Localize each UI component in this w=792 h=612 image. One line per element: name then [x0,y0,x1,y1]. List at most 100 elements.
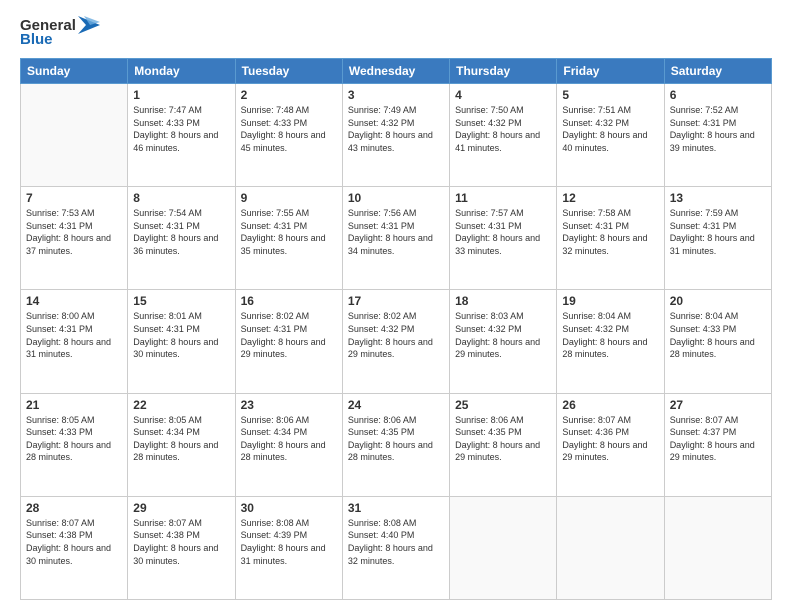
calendar-cell [450,496,557,599]
day-info: Sunrise: 8:03 AMSunset: 4:32 PMDaylight:… [455,310,551,360]
day-info: Sunrise: 7:53 AMSunset: 4:31 PMDaylight:… [26,207,122,257]
calendar-weekday-wednesday: Wednesday [342,59,449,84]
day-number: 26 [562,398,658,412]
day-number: 21 [26,398,122,412]
day-info: Sunrise: 7:54 AMSunset: 4:31 PMDaylight:… [133,207,229,257]
page-container: General Blue SundayMondayTuesdayWednesda… [0,0,792,612]
calendar-weekday-tuesday: Tuesday [235,59,342,84]
calendar-cell: 7 Sunrise: 7:53 AMSunset: 4:31 PMDaylight… [21,187,128,290]
calendar-cell: 11Sunrise: 7:57 AMSunset: 4:31 PMDayligh… [450,187,557,290]
logo-blue-text: Blue [20,31,53,48]
day-info: Sunrise: 7:56 AMSunset: 4:31 PMDaylight:… [348,207,444,257]
calendar-weekday-thursday: Thursday [450,59,557,84]
day-number: 25 [455,398,551,412]
day-info: Sunrise: 7:55 AMSunset: 4:31 PMDaylight:… [241,207,337,257]
day-number: 20 [670,294,766,308]
day-info: Sunrise: 7:50 AMSunset: 4:32 PMDaylight:… [455,104,551,154]
day-info: Sunrise: 8:07 AMSunset: 4:38 PMDaylight:… [133,517,229,567]
calendar-cell: 22Sunrise: 8:05 AMSunset: 4:34 PMDayligh… [128,393,235,496]
calendar-cell: 16 Sunrise: 8:02 AMSunset: 4:31 PMDayligh… [235,290,342,393]
day-info: Sunrise: 8:06 AMSunset: 4:35 PMDaylight:… [455,414,551,464]
day-number: 28 [26,501,122,515]
calendar-week-row: 1 Sunrise: 7:47 AMSunset: 4:33 PMDaylight… [21,84,772,187]
day-number: 2 [241,88,337,102]
header: General Blue [20,16,772,48]
day-info: Sunrise: 8:02 AMSunset: 4:32 PMDaylight:… [348,310,444,360]
day-info: Sunrise: 7:51 AMSunset: 4:32 PMDaylight:… [562,104,658,154]
day-number: 8 [133,191,229,205]
day-number: 6 [670,88,766,102]
day-number: 27 [670,398,766,412]
calendar-cell: 8 Sunrise: 7:54 AMSunset: 4:31 PMDaylight… [128,187,235,290]
day-number: 19 [562,294,658,308]
logo: General Blue [20,16,100,48]
calendar-cell: 19 Sunrise: 8:04 AMSunset: 4:32 PMDayligh… [557,290,664,393]
calendar-cell: 9 Sunrise: 7:55 AMSunset: 4:31 PMDaylight… [235,187,342,290]
calendar-cell [21,84,128,187]
day-info: Sunrise: 8:04 AMSunset: 4:32 PMDaylight:… [562,310,658,360]
calendar-cell: 31 Sunrise: 8:08 AMSunset: 4:40 PMDayligh… [342,496,449,599]
calendar-cell: 1 Sunrise: 7:47 AMSunset: 4:33 PMDaylight… [128,84,235,187]
calendar-weekday-friday: Friday [557,59,664,84]
day-info: Sunrise: 8:05 AMSunset: 4:33 PMDaylight:… [26,414,122,464]
day-number: 5 [562,88,658,102]
day-info: Sunrise: 8:01 AMSunset: 4:31 PMDaylight:… [133,310,229,360]
day-info: Sunrise: 7:49 AMSunset: 4:32 PMDaylight:… [348,104,444,154]
day-number: 23 [241,398,337,412]
calendar-cell: 18 Sunrise: 8:03 AMSunset: 4:32 PMDayligh… [450,290,557,393]
calendar-cell [664,496,771,599]
day-number: 15 [133,294,229,308]
calendar-table: SundayMondayTuesdayWednesdayThursdayFrid… [20,58,772,600]
calendar-header-row: SundayMondayTuesdayWednesdayThursdayFrid… [21,59,772,84]
calendar-cell: 30Sunrise: 8:08 AMSunset: 4:39 PMDayligh… [235,496,342,599]
day-number: 3 [348,88,444,102]
day-number: 31 [348,501,444,515]
calendar-cell: 12Sunrise: 7:58 AMSunset: 4:31 PMDayligh… [557,187,664,290]
day-info: Sunrise: 8:04 AMSunset: 4:33 PMDaylight:… [670,310,766,360]
day-info: Sunrise: 8:05 AMSunset: 4:34 PMDaylight:… [133,414,229,464]
logo-chevron-icon [78,16,100,34]
calendar-cell: 3 Sunrise: 7:49 AMSunset: 4:32 PMDaylight… [342,84,449,187]
day-info: Sunrise: 8:06 AMSunset: 4:34 PMDaylight:… [241,414,337,464]
calendar-cell: 23 Sunrise: 8:06 AMSunset: 4:34 PMDayligh… [235,393,342,496]
calendar-cell: 17Sunrise: 8:02 AMSunset: 4:32 PMDayligh… [342,290,449,393]
calendar-weekday-sunday: Sunday [21,59,128,84]
calendar-cell: 20 Sunrise: 8:04 AMSunset: 4:33 PMDayligh… [664,290,771,393]
calendar-cell: 10 Sunrise: 7:56 AMSunset: 4:31 PMDayligh… [342,187,449,290]
calendar-cell: 13Sunrise: 7:59 AMSunset: 4:31 PMDayligh… [664,187,771,290]
calendar-week-row: 7 Sunrise: 7:53 AMSunset: 4:31 PMDaylight… [21,187,772,290]
calendar-cell: 29 Sunrise: 8:07 AMSunset: 4:38 PMDayligh… [128,496,235,599]
day-number: 1 [133,88,229,102]
day-info: Sunrise: 8:02 AMSunset: 4:31 PMDaylight:… [241,310,337,360]
calendar-week-row: 28 Sunrise: 8:07 AMSunset: 4:38 PMDayligh… [21,496,772,599]
day-number: 14 [26,294,122,308]
day-info: Sunrise: 8:08 AMSunset: 4:40 PMDaylight:… [348,517,444,567]
day-info: Sunrise: 8:06 AMSunset: 4:35 PMDaylight:… [348,414,444,464]
day-info: Sunrise: 7:47 AMSunset: 4:33 PMDaylight:… [133,104,229,154]
day-info: Sunrise: 7:58 AMSunset: 4:31 PMDaylight:… [562,207,658,257]
day-number: 7 [26,191,122,205]
calendar-cell: 15 Sunrise: 8:01 AMSunset: 4:31 PMDayligh… [128,290,235,393]
day-number: 16 [241,294,337,308]
calendar-cell: 2 Sunrise: 7:48 AMSunset: 4:33 PMDaylight… [235,84,342,187]
calendar-cell: 21 Sunrise: 8:05 AMSunset: 4:33 PMDayligh… [21,393,128,496]
day-number: 9 [241,191,337,205]
day-number: 18 [455,294,551,308]
day-number: 4 [455,88,551,102]
calendar-week-row: 14Sunrise: 8:00 AMSunset: 4:31 PMDayligh… [21,290,772,393]
calendar-weekday-saturday: Saturday [664,59,771,84]
calendar-cell: 27 Sunrise: 8:07 AMSunset: 4:37 PMDayligh… [664,393,771,496]
day-info: Sunrise: 7:52 AMSunset: 4:31 PMDaylight:… [670,104,766,154]
day-info: Sunrise: 8:07 AMSunset: 4:38 PMDaylight:… [26,517,122,567]
day-info: Sunrise: 8:07 AMSunset: 4:37 PMDaylight:… [670,414,766,464]
day-info: Sunrise: 7:48 AMSunset: 4:33 PMDaylight:… [241,104,337,154]
day-number: 10 [348,191,444,205]
calendar-cell: 6 Sunrise: 7:52 AMSunset: 4:31 PMDaylight… [664,84,771,187]
day-number: 11 [455,191,551,205]
day-info: Sunrise: 8:08 AMSunset: 4:39 PMDaylight:… [241,517,337,567]
calendar-cell: 14Sunrise: 8:00 AMSunset: 4:31 PMDayligh… [21,290,128,393]
calendar-cell: 4 Sunrise: 7:50 AMSunset: 4:32 PMDaylight… [450,84,557,187]
day-info: Sunrise: 7:59 AMSunset: 4:31 PMDaylight:… [670,207,766,257]
calendar-cell: 24Sunrise: 8:06 AMSunset: 4:35 PMDayligh… [342,393,449,496]
day-number: 29 [133,501,229,515]
